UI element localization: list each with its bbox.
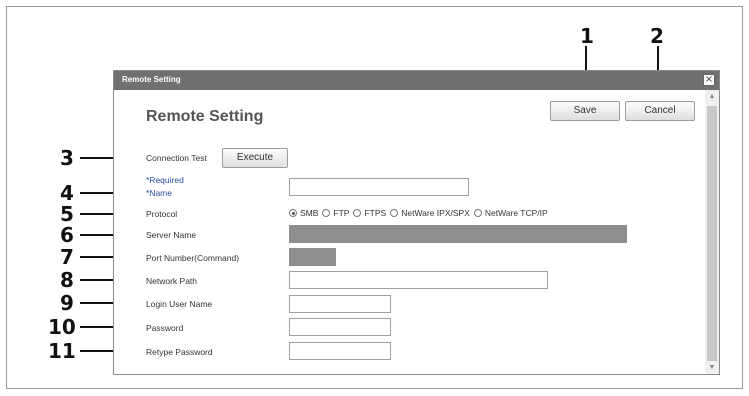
- port-number-label: Port Number(Command): [146, 253, 240, 263]
- retype-password-label: Retype Password: [146, 347, 213, 357]
- callout-8: 8: [60, 268, 74, 292]
- remote-setting-dialog: Remote Setting × ▲ ▼ Remote Setting Save…: [113, 70, 720, 375]
- scroll-down-icon[interactable]: ▼: [705, 364, 719, 372]
- radio-icon[interactable]: [322, 209, 331, 217]
- radio-checked-icon[interactable]: [289, 209, 297, 217]
- callout-1: 1: [580, 24, 594, 48]
- close-icon: ×: [704, 74, 714, 85]
- callout-4: 4: [60, 181, 74, 205]
- callout-7: 7: [60, 245, 74, 269]
- password-label: Password: [146, 323, 184, 333]
- callout-5: 5: [60, 202, 74, 226]
- protocol-option-netware-ipx[interactable]: NetWare IPX/SPX: [390, 208, 470, 218]
- callout-9: 9: [60, 291, 74, 315]
- callout-2: 2: [650, 24, 664, 48]
- callout-3: 3: [60, 146, 74, 170]
- retype-password-input[interactable]: [289, 342, 391, 360]
- page-title: Remote Setting: [146, 108, 264, 125]
- protocol-option-netware-tcp[interactable]: NetWare TCP/IP: [473, 208, 548, 218]
- protocol-radio-group: SMB FTP FTPS NetWare IPX/SPX NetWare TCP…: [289, 208, 552, 218]
- execute-button[interactable]: Execute: [222, 148, 288, 168]
- server-name-label: Server Name: [146, 230, 197, 240]
- network-path-label: Network Path: [146, 276, 198, 286]
- connection-test-label: Connection Test: [146, 153, 207, 163]
- password-input[interactable]: [289, 318, 391, 336]
- save-button[interactable]: Save: [550, 101, 620, 121]
- required-note: *Required: [146, 175, 184, 185]
- network-path-input[interactable]: [289, 271, 548, 289]
- server-name-input: [289, 225, 627, 243]
- vertical-scrollbar[interactable]: ▲ ▼: [705, 90, 719, 374]
- radio-icon[interactable]: [473, 209, 482, 217]
- callout-10: 10: [48, 315, 76, 339]
- scroll-up-icon[interactable]: ▲: [705, 93, 719, 101]
- close-button[interactable]: ×: [703, 74, 715, 86]
- port-number-input: [289, 248, 336, 266]
- protocol-option-smb[interactable]: SMB: [289, 208, 318, 218]
- callout-6: 6: [60, 223, 74, 247]
- radio-icon[interactable]: [353, 209, 362, 217]
- protocol-label: Protocol: [146, 209, 178, 219]
- dialog-titlebar: Remote Setting: [114, 71, 719, 90]
- login-user-name-label: Login User Name: [146, 299, 213, 309]
- login-user-name-input[interactable]: [289, 295, 391, 313]
- name-label: *Name: [146, 188, 172, 198]
- cancel-button[interactable]: Cancel: [625, 101, 695, 121]
- name-input[interactable]: [289, 178, 469, 196]
- radio-icon[interactable]: [390, 209, 399, 217]
- protocol-option-ftps[interactable]: FTPS: [353, 208, 386, 218]
- callout-11: 11: [48, 339, 76, 363]
- scrollbar-thumb[interactable]: [707, 106, 717, 361]
- protocol-option-ftp[interactable]: FTP: [322, 208, 349, 218]
- dialog-title: Remote Setting: [122, 75, 181, 84]
